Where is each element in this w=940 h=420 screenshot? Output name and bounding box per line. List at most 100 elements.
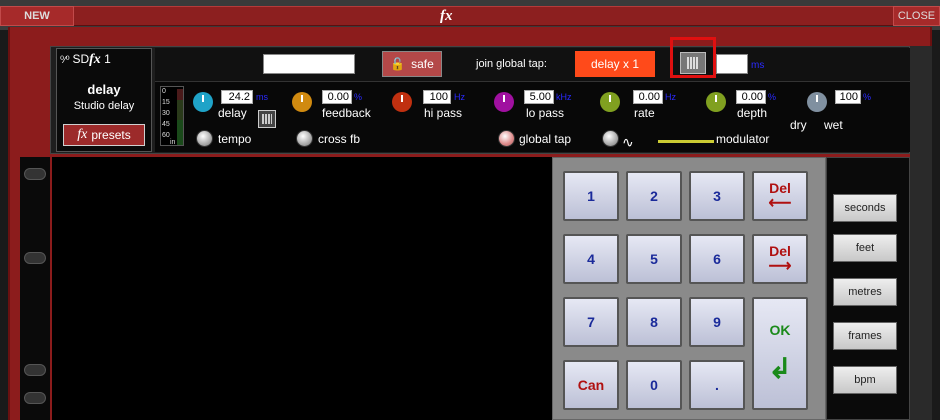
bpm-button[interactable]: bpm [833, 366, 897, 394]
unit-brand: SD [72, 52, 90, 66]
rate-label: rate [634, 106, 655, 120]
enter-arrow-icon: ↲ [768, 353, 792, 384]
right-edge [910, 46, 932, 420]
unit-number: 1 [104, 52, 111, 66]
display-area [52, 157, 552, 420]
window-title: fx [440, 8, 453, 24]
delay-keypad-icon[interactable] [258, 110, 276, 128]
effect-subtitle: Studio delay [73, 100, 135, 112]
tempo-radio[interactable] [196, 130, 213, 147]
del-label: Del [769, 243, 791, 259]
depth-unit: % [768, 92, 777, 102]
meter-tick: 0 [162, 88, 166, 95]
hi-pass-value[interactable]: 100 [423, 90, 451, 104]
cross-fb-radio[interactable] [296, 130, 313, 147]
sd-logo-icon: ⁰⁄⁰ [60, 55, 73, 66]
close-button[interactable]: CLOSE [893, 6, 940, 26]
feedback-unit: % [354, 92, 363, 102]
dry-wet-value[interactable]: 100 [835, 90, 861, 104]
global-tap-radio[interactable] [498, 130, 515, 147]
delay-multiplier-button[interactable]: delay x 1 [575, 51, 655, 77]
modulator-radio[interactable] [602, 130, 619, 147]
name-field[interactable] [263, 54, 355, 74]
depth-label: depth [737, 106, 768, 120]
arrow-left-icon: ⟵ [768, 195, 792, 212]
wet-label: wet [824, 118, 843, 132]
cancel-key[interactable]: Can [563, 360, 619, 410]
key-9[interactable]: 9 [689, 297, 745, 347]
feet-button[interactable]: feet [833, 234, 897, 262]
metres-button[interactable]: metres [833, 278, 897, 306]
presets-label: presets [91, 128, 131, 142]
input-meter: 0 15 30 45 60 in [160, 86, 184, 146]
safe-button[interactable]: 🔓 safe [382, 51, 442, 77]
lo-pass-value[interactable]: 5.00 [524, 90, 554, 104]
key-8[interactable]: 8 [626, 297, 682, 347]
rail-hole [24, 364, 46, 376]
delay-label: delay [218, 106, 247, 120]
key-6[interactable]: 6 [689, 234, 745, 284]
tap-field[interactable] [716, 54, 748, 74]
key-dot[interactable]: . [689, 360, 745, 410]
modulator-label: modulator [716, 132, 770, 146]
fx-icon: fx [77, 127, 88, 142]
del-left-key[interactable]: Del ⟵ [752, 171, 808, 221]
rail-hole [24, 392, 46, 404]
key-2[interactable]: 2 [626, 171, 682, 221]
key-0[interactable]: 0 [626, 360, 682, 410]
effect-name: delay [87, 82, 121, 97]
ok-label: OK [769, 322, 791, 338]
lock-icon: 🔓 [390, 57, 406, 71]
rate-value[interactable]: 0.00 [633, 90, 663, 104]
lo-pass-unit: kHz [556, 92, 572, 102]
meter-tick: 30 [162, 110, 170, 117]
feedback-label: feedback [322, 106, 371, 120]
sine-wave-icon: ∿ [622, 134, 634, 150]
global-tap-label: global tap [519, 132, 572, 146]
meter-tick: 15 [162, 99, 170, 106]
rate-unit: Hz [665, 92, 676, 102]
presets-button[interactable]: fx presets [63, 124, 145, 146]
hi-pass-unit: Hz [454, 92, 465, 102]
rail-hole [24, 252, 46, 264]
unit-fx: fx [89, 52, 101, 67]
rate-knob[interactable] [600, 92, 620, 112]
dry-wet-unit: % [863, 92, 872, 102]
cross-fb-label: cross fb [318, 132, 361, 146]
tap-unit: ms [751, 60, 765, 71]
title-bar [0, 6, 940, 26]
delay-knob[interactable] [193, 92, 213, 112]
meter-bar [177, 89, 183, 145]
depth-knob[interactable] [706, 92, 726, 112]
arrow-right-icon: ⟶ [768, 258, 792, 275]
unit-title: ⁰⁄⁰ SDfx 1 [60, 52, 111, 68]
delay-value[interactable]: 24.2 [221, 90, 253, 104]
tempo-label: tempo [218, 132, 252, 146]
dry-label: dry [790, 118, 807, 132]
frames-button[interactable]: frames [833, 322, 897, 350]
key-5[interactable]: 5 [626, 234, 682, 284]
key-7[interactable]: 7 [563, 297, 619, 347]
rail-hole [24, 168, 46, 180]
meter-tick: 45 [162, 121, 170, 128]
key-3[interactable]: 3 [689, 171, 745, 221]
dry-wet-knob[interactable] [807, 92, 827, 112]
highlight-box [670, 37, 716, 78]
meter-in-label: in [170, 139, 176, 146]
modulator-bar [658, 140, 714, 143]
ok-key[interactable]: OK ↲ [752, 297, 808, 410]
feedback-knob[interactable] [292, 92, 312, 112]
del-right-key[interactable]: Del ⟶ [752, 234, 808, 284]
safe-label: safe [411, 57, 434, 71]
hi-pass-label: hi pass [424, 106, 463, 120]
depth-value[interactable]: 0.00 [736, 90, 766, 104]
new-button[interactable]: NEW [0, 6, 74, 26]
lo-pass-label: lo pass [526, 106, 565, 120]
key-4[interactable]: 4 [563, 234, 619, 284]
feedback-value[interactable]: 0.00 [322, 90, 352, 104]
lo-pass-knob[interactable] [494, 92, 514, 112]
hi-pass-knob[interactable] [392, 92, 412, 112]
del-label: Del [769, 180, 791, 196]
key-1[interactable]: 1 [563, 171, 619, 221]
seconds-button[interactable]: seconds [833, 194, 897, 222]
